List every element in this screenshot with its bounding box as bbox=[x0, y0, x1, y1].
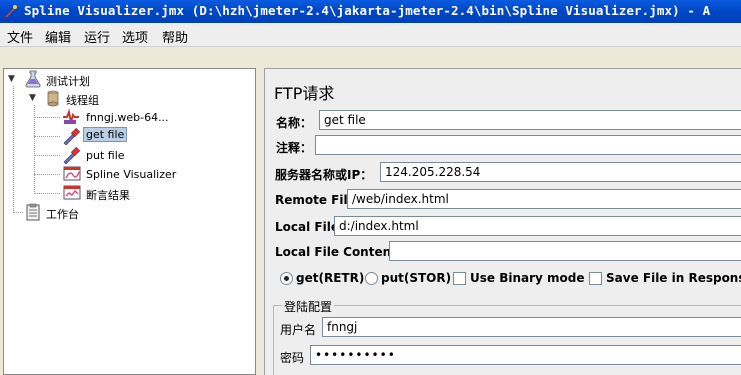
save-file-label[interactable]: Save File in Response ? bbox=[606, 271, 741, 285]
save-file-checkbox[interactable] bbox=[589, 272, 602, 285]
tree-collapse-icon[interactable]: ▼ bbox=[29, 93, 36, 103]
put-stor-radio[interactable] bbox=[365, 272, 378, 285]
username-field[interactable]: fnngj bbox=[322, 317, 741, 337]
menu-options[interactable]: 选项 bbox=[122, 27, 148, 46]
remote-file-field[interactable]: /web/index.html bbox=[347, 189, 741, 209]
ftp-sampler-icon bbox=[63, 127, 80, 145]
spline-visualizer-icon bbox=[63, 166, 81, 181]
assertion-results-icon bbox=[63, 185, 81, 200]
put-stor-label[interactable]: put(STOR) bbox=[381, 271, 451, 285]
comment-field[interactable] bbox=[315, 135, 741, 155]
password-field[interactable]: •••••••••• bbox=[310, 345, 741, 365]
tree-node-thread-group[interactable]: 线程组 bbox=[66, 92, 99, 108]
tree-node-put-file[interactable]: put file bbox=[86, 149, 125, 162]
tree-node-spline-visualizer[interactable]: Spline Visualizer bbox=[86, 168, 176, 181]
workbench-icon bbox=[26, 203, 40, 221]
panel-splitter[interactable] bbox=[257, 68, 264, 375]
thread-group-icon bbox=[47, 90, 59, 107]
menu-file[interactable]: 文件 bbox=[7, 27, 33, 46]
binary-mode-label[interactable]: Use Binary mode ? bbox=[470, 271, 596, 285]
local-file-contents-field[interactable] bbox=[389, 241, 741, 261]
menu-bar: 文件 编辑 运行 选项 帮助 bbox=[0, 23, 741, 47]
ftp-sampler-icon bbox=[63, 146, 80, 164]
menu-edit[interactable]: 编辑 bbox=[45, 27, 71, 46]
local-file-field[interactable]: d:/index.html bbox=[334, 216, 741, 236]
test-plan-icon bbox=[25, 70, 41, 88]
tree-node-http-sampler[interactable]: fnngj.web-64... bbox=[86, 111, 169, 124]
menu-help[interactable]: 帮助 bbox=[162, 27, 188, 46]
menu-run[interactable]: 运行 bbox=[84, 27, 110, 46]
name-label: 名称： bbox=[276, 116, 313, 130]
tree-node-workbench[interactable]: 工作台 bbox=[46, 206, 79, 222]
tree-node-assertion-results[interactable]: 断言结果 bbox=[86, 187, 130, 203]
server-field[interactable]: 124.205.228.54 bbox=[380, 162, 741, 182]
comment-label: 注释： bbox=[276, 141, 313, 155]
name-field[interactable]: get file bbox=[319, 110, 741, 130]
http-sampler-icon bbox=[63, 108, 79, 124]
username-label: 用户名 bbox=[280, 323, 317, 337]
get-retr-radio[interactable] bbox=[280, 272, 293, 285]
jmeter-app-icon bbox=[5, 5, 17, 17]
binary-mode-checkbox[interactable] bbox=[453, 272, 466, 285]
window-titlebar[interactable]: Spline Visualizer.jmx (D:\hzh\jmeter-2.4… bbox=[0, 0, 741, 23]
tree-collapse-icon[interactable]: ▼ bbox=[8, 74, 15, 84]
tree-node-get-file[interactable]: get file bbox=[83, 127, 128, 142]
window-title: Spline Visualizer.jmx (D:\hzh\jmeter-2.4… bbox=[24, 3, 711, 18]
page-title: FTP请求 bbox=[274, 84, 335, 103]
tree-node-test-plan[interactable]: 测试计划 bbox=[46, 73, 90, 89]
login-config-legend: 登陆配置 bbox=[282, 298, 335, 315]
server-label: 服务器名称或IP： bbox=[275, 168, 373, 182]
get-retr-label[interactable]: get(RETR) bbox=[296, 271, 364, 285]
password-label: 密码 bbox=[280, 351, 305, 365]
